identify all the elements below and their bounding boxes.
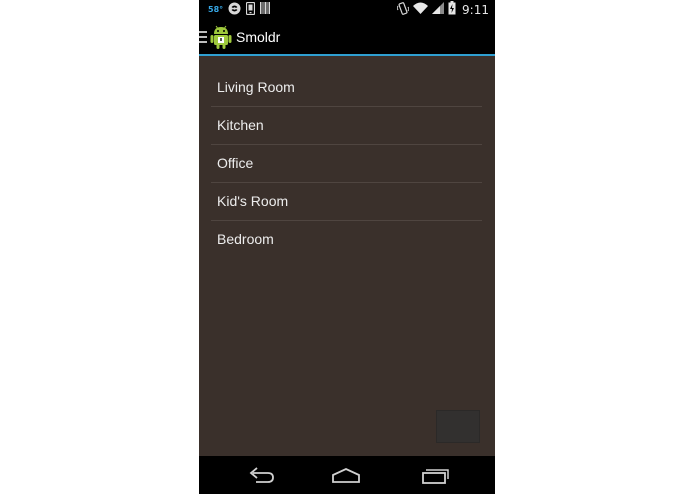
- action-bar: Smoldr: [199, 19, 495, 56]
- room-item-bedroom[interactable]: Bedroom: [211, 221, 482, 258]
- add-room-button[interactable]: [436, 410, 480, 443]
- room-list: Living Room Kitchen Office Kid's Room Be…: [211, 69, 482, 258]
- battery-icon: [448, 1, 456, 18]
- android-app-icon[interactable]: [210, 25, 232, 49]
- barcode-icon: [260, 2, 271, 17]
- room-item-office[interactable]: Office: [211, 145, 482, 183]
- status-bar: 58° 9:11: [199, 0, 495, 19]
- room-label: Bedroom: [217, 231, 274, 247]
- status-system-icons: 9:11: [396, 1, 489, 18]
- room-label: Living Room: [217, 79, 295, 95]
- navigation-bar: [199, 456, 495, 494]
- back-icon[interactable]: [246, 465, 276, 485]
- cell-signal-icon: [432, 2, 445, 17]
- temperature-text: 58°: [208, 5, 224, 14]
- room-label: Office: [217, 155, 254, 171]
- status-notifications: 58°: [208, 1, 271, 18]
- vibrate-icon: [396, 1, 410, 18]
- recents-icon[interactable]: [419, 465, 449, 485]
- wifi-icon: [413, 2, 429, 17]
- room-item-kitchen[interactable]: Kitchen: [211, 107, 482, 145]
- phone-icon: [246, 1, 256, 18]
- room-label: Kid's Room: [217, 193, 289, 209]
- app-title: Smoldr: [236, 29, 281, 45]
- room-label: Kitchen: [217, 117, 264, 133]
- room-item-kids-room[interactable]: Kid's Room: [211, 183, 482, 221]
- phone-screen: 58° 9:11 Smoldr Living Room Kitchen Offi…: [199, 0, 495, 494]
- room-item-living-room[interactable]: Living Room: [211, 69, 482, 107]
- drawer-toggle-icon[interactable]: [199, 28, 209, 46]
- home-icon[interactable]: [331, 465, 361, 485]
- clock-text: 9:11: [462, 2, 489, 17]
- sync-icon: [228, 2, 241, 18]
